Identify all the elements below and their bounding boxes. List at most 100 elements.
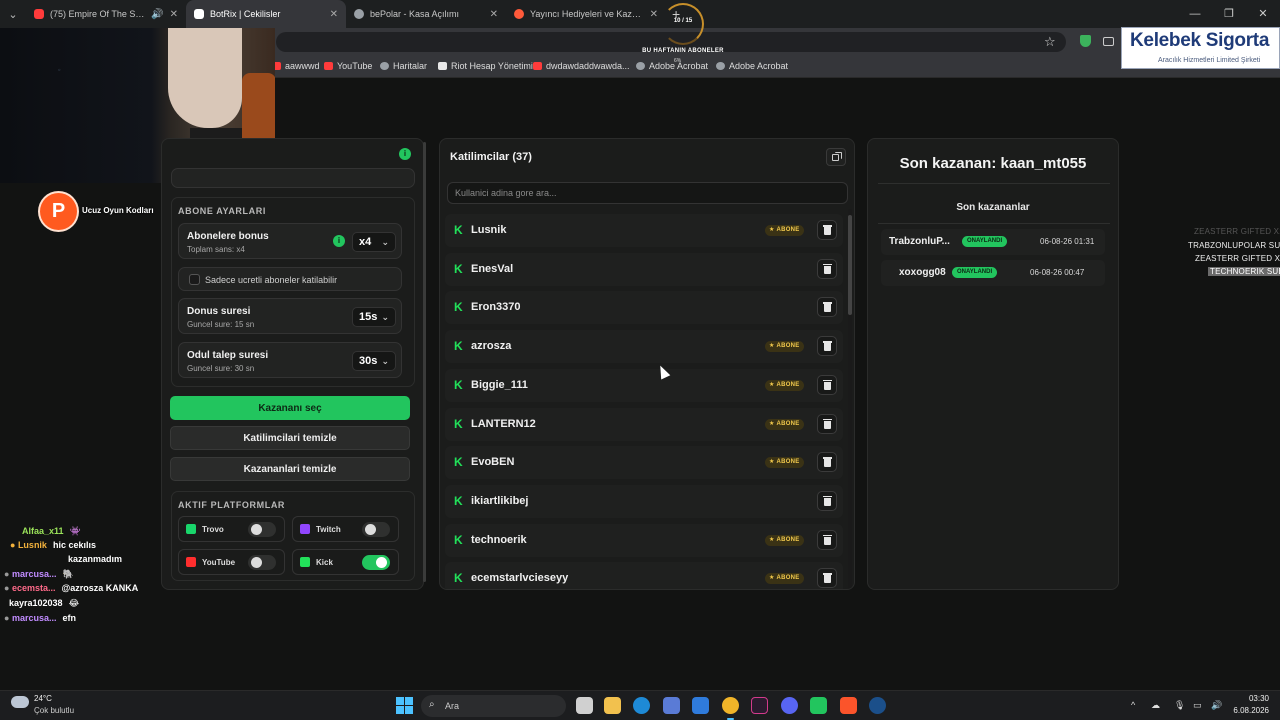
delete-participant-button[interactable] — [817, 452, 837, 473]
weather-temp[interactable]: 24°C — [34, 694, 52, 703]
extension-icon[interactable] — [1103, 37, 1114, 46]
mail-icon[interactable] — [692, 697, 709, 714]
delete-participant-button[interactable] — [817, 258, 837, 279]
steam-icon[interactable] — [869, 697, 886, 714]
chat-message: hic cekılıs — [52, 540, 96, 550]
bookmark-star-icon[interactable]: ☆ — [1044, 34, 1056, 50]
tab-gifts[interactable]: Yayıncı Hediyeleri ve Kazananla ✕ — [506, 0, 666, 28]
botrix-app-icon[interactable] — [810, 697, 827, 714]
speaker-icon[interactable]: 🔊 — [151, 9, 163, 20]
weather-desc[interactable]: Çok bulutlu — [34, 706, 74, 715]
delete-participant-button[interactable] — [817, 336, 837, 357]
close-icon[interactable]: ✕ — [330, 9, 338, 20]
bookmark-item[interactable]: Adobe Acrobat — [636, 61, 708, 71]
bookmark-item[interactable]: YouTube — [324, 61, 372, 71]
status-badge: ONAYLANDI — [952, 267, 998, 278]
sponsor-title: Kelebek Sigorta — [1130, 30, 1270, 51]
pick-winner-button[interactable]: Kazananı seç — [170, 396, 410, 420]
close-icon[interactable]: ✕ — [170, 9, 178, 20]
clock-time[interactable]: 03:30 — [1237, 694, 1269, 703]
subscriber-bonus-select[interactable]: x4 ⌄ — [352, 232, 396, 252]
network-icon[interactable]: ▭ — [1193, 700, 1202, 711]
copy-button[interactable] — [826, 148, 846, 166]
speaker-icon[interactable]: 🔊 — [1211, 700, 1222, 711]
youtube-icon — [324, 62, 333, 70]
bookmark-item[interactable]: Adobe Acrobat — [716, 61, 788, 71]
kick-icon: K — [454, 300, 463, 315]
bookmark-item[interactable]: Haritalar — [380, 61, 427, 71]
delete-participant-button[interactable] — [817, 374, 837, 395]
tab-youtube[interactable]: (75) Empire Of The Sun - W 🔊 ✕ — [26, 0, 186, 28]
participant-scrollbar[interactable] — [848, 209, 852, 589]
goal-title: BU HAFTANIN ABONELER — [642, 48, 724, 54]
trovo-icon — [186, 524, 196, 534]
bonus-time-select[interactable]: 15s ⌄ — [352, 307, 396, 327]
bookmark-item[interactable]: aawwwd — [272, 61, 320, 71]
bookmark-item[interactable]: dwdawdaddwawda... — [533, 61, 630, 71]
clear-winners-button[interactable]: Kazananlari temizle — [170, 457, 410, 481]
info-icon[interactable]: i — [333, 235, 345, 247]
chevron-up-icon[interactable]: ^ — [1131, 700, 1135, 710]
delete-participant-button[interactable] — [817, 220, 837, 240]
obs-icon[interactable] — [751, 697, 768, 714]
minimize-icon[interactable]: — — [1178, 0, 1212, 28]
tab-search-icon[interactable]: ⌄ — [0, 8, 26, 21]
close-icon[interactable]: ✕ — [490, 9, 498, 20]
cloud-sync-icon[interactable]: ☁ — [1151, 700, 1160, 711]
task-view-icon[interactable] — [576, 697, 593, 714]
cloud-icon[interactable] — [11, 696, 29, 708]
scroll-thumb[interactable] — [848, 215, 852, 315]
chrome-icon[interactable] — [722, 697, 739, 720]
bookmark-item[interactable]: Riot Hesap Yönetimi — [438, 61, 533, 71]
claim-time-select[interactable]: 30s ⌄ — [352, 351, 396, 371]
goal-count: 10 / 15 — [673, 18, 693, 24]
windows-start-icon[interactable] — [396, 697, 413, 714]
divider — [878, 183, 1110, 184]
settings-panel: i ABONE AYARLARI Abonelere bonus Toplam … — [161, 138, 424, 590]
tab-title: BotRix | Cekilisler — [210, 9, 281, 19]
subscriber-badge: ★ ABONE — [765, 534, 804, 546]
bonus-time-card: Donus suresi Guncel sure: 15 sn 15s ⌄ — [178, 298, 402, 334]
info-icon[interactable]: i — [399, 148, 411, 160]
delete-participant-button[interactable] — [817, 413, 837, 434]
brave-icon[interactable] — [840, 697, 857, 714]
taskbar-search[interactable]: ⌕ Ara — [421, 695, 566, 717]
tab-botrix[interactable]: BotRix | Cekilisler ✕ — [186, 0, 346, 28]
chat-user: marcusa... — [11, 569, 57, 579]
file-explorer-icon[interactable] — [604, 697, 621, 714]
participant-search-input[interactable] — [447, 182, 848, 204]
delete-participant-button[interactable] — [817, 490, 837, 511]
edge-icon[interactable] — [633, 697, 650, 714]
page-scrollbar[interactable] — [423, 142, 426, 582]
subscriber-badge-label: ABONE — [776, 536, 800, 543]
kick-icon — [300, 557, 310, 567]
delete-participant-button[interactable] — [817, 297, 837, 318]
close-window-icon[interactable]: ✕ — [1246, 0, 1280, 28]
twitch-toggle[interactable] — [362, 522, 390, 537]
close-icon[interactable]: ✕ — [650, 9, 658, 20]
shield-extension-icon[interactable] — [1080, 35, 1091, 47]
trovo-toggle[interactable] — [248, 522, 276, 537]
delete-participant-button[interactable] — [817, 529, 837, 550]
globe-icon — [716, 62, 725, 70]
tab-bepolar[interactable]: bePolar - Kasa Açılımı ✕ — [346, 0, 506, 28]
bonus-time-sub: Guncel sure: 15 sn — [187, 320, 255, 329]
subscriber-badge-label: ABONE — [776, 420, 800, 427]
clear-participants-button[interactable]: Katilimcilari temizle — [170, 426, 410, 450]
microphone-icon[interactable]: 🎙 — [1174, 700, 1185, 711]
paid-only-checkbox[interactable] — [189, 274, 200, 285]
platform-trovo: Trovo — [178, 516, 285, 542]
youtube-toggle[interactable] — [248, 555, 276, 570]
store-icon[interactable] — [663, 697, 680, 714]
maximize-icon[interactable]: ❐ — [1212, 0, 1246, 28]
paid-only-card[interactable]: Sadece ucretli aboneler katilabilir — [178, 267, 402, 291]
discord-icon[interactable] — [781, 697, 798, 714]
botrix-icon — [194, 9, 204, 19]
clock-date[interactable]: 6.08.2026 — [1222, 706, 1269, 715]
chat-line: kayra102038 😂 — [9, 598, 79, 609]
kick-toggle[interactable] — [362, 555, 390, 570]
tab-strip: ⌄ (75) Empire Of The Sun - W 🔊 ✕ BotRix … — [0, 0, 1280, 28]
delete-participant-button[interactable] — [817, 568, 837, 589]
chat-line: Alfaa_x11 👾 — [22, 526, 81, 537]
chat-message: kazanmadım — [68, 554, 123, 564]
